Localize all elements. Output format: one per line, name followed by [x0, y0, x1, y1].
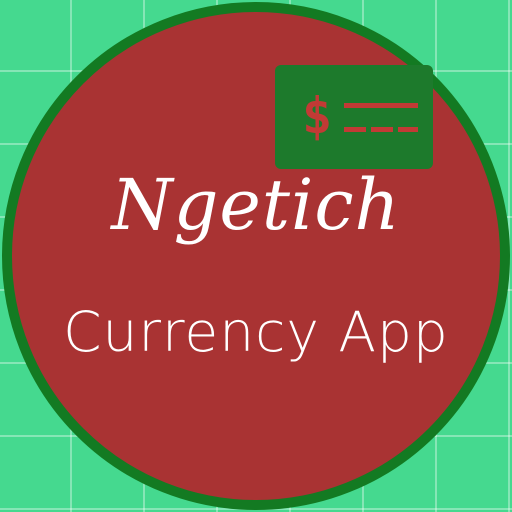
- card-dash-1: [344, 127, 366, 132]
- card-dash-2: [371, 127, 393, 132]
- dollar-sign-icon: $: [301, 87, 333, 145]
- app-title: Ngetich: [111, 164, 401, 246]
- app-subtitle: Currency App: [63, 300, 449, 364]
- card-line-top: [344, 103, 418, 108]
- card-dash-3: [398, 127, 418, 132]
